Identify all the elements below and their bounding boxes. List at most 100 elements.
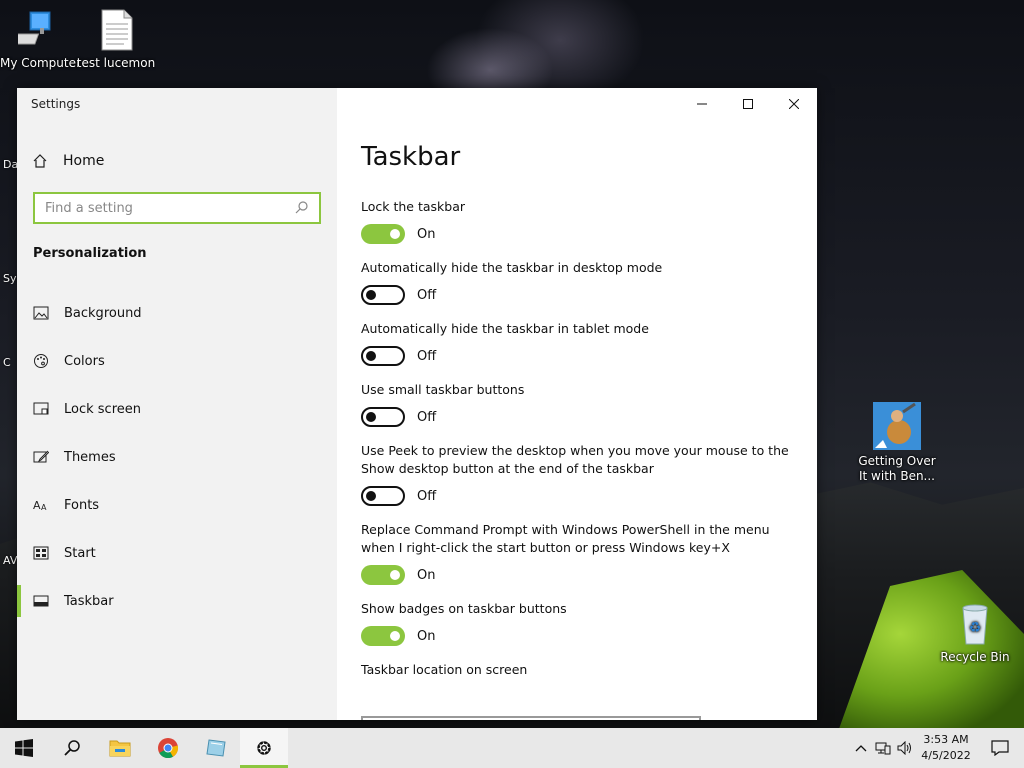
recycle-bin-icon: ♻: [953, 602, 997, 646]
search-input[interactable]: [45, 200, 295, 216]
volume-icon[interactable]: [894, 741, 916, 755]
settings-window: Settings Home Personalization Background: [17, 88, 817, 720]
nav-item-themes[interactable]: Themes: [17, 433, 337, 481]
palette-icon: [17, 353, 64, 369]
lock-screen-icon: [17, 402, 64, 416]
desktop-icon-label: My Computer: [0, 56, 80, 70]
taskbar-settings[interactable]: [240, 728, 288, 768]
nav-list: Background Colors Lock screen Themes A A…: [17, 289, 337, 625]
fonts-icon: AA: [17, 498, 64, 512]
chrome-icon: [158, 738, 179, 759]
toggle-switch[interactable]: [361, 486, 405, 506]
nav-item-taskbar[interactable]: Taskbar: [17, 577, 337, 625]
toggle-state: Off: [417, 409, 437, 425]
text-file-icon: [94, 8, 138, 52]
taskbar-icon: [17, 595, 64, 607]
nav-item-label: Lock screen: [64, 401, 141, 417]
desktop-icon-my-computer[interactable]: My Computer: [0, 8, 80, 71]
svg-text:♻: ♻: [969, 620, 982, 636]
windows-logo-icon: [15, 739, 33, 757]
setting-lock-taskbar: Lock the taskbar On: [361, 198, 791, 244]
toggle-state: On: [417, 628, 436, 644]
nav-home-label: Home: [63, 153, 105, 169]
clock-date: 4/5/2022: [921, 749, 971, 762]
toggle-switch[interactable]: [361, 626, 405, 646]
toggle-switch[interactable]: [361, 224, 405, 244]
setting-powershell: Replace Command Prompt with Windows Powe…: [361, 521, 791, 585]
chevron-up-icon[interactable]: [850, 744, 872, 752]
nav-item-label: Fonts: [64, 497, 100, 513]
nav-home[interactable]: Home: [17, 144, 337, 178]
taskbar: 3:53 AM 4/5/2022: [0, 728, 1024, 768]
app-icon: [206, 739, 226, 757]
taskbar-chrome[interactable]: [144, 728, 192, 768]
desktop-icon-getting-over-it[interactable]: Getting Over It with Ben...: [856, 402, 938, 484]
nav-item-label: Taskbar: [64, 593, 114, 609]
network-icon[interactable]: [872, 741, 894, 755]
nav-item-label: Themes: [64, 449, 116, 465]
maximize-button[interactable]: [725, 88, 771, 120]
toggle-state: On: [417, 567, 436, 583]
desktop-icon-label: Recycle Bin: [940, 650, 1010, 664]
start-icon: [17, 546, 64, 560]
setting-label: Show badges on taskbar buttons: [361, 601, 567, 616]
toggle-switch[interactable]: [361, 407, 405, 427]
desktop-icon-recycle-bin[interactable]: ♻ Recycle Bin: [935, 602, 1015, 665]
minimize-button[interactable]: [679, 88, 725, 120]
setting-badges: Show badges on taskbar buttons On: [361, 600, 791, 646]
search-button[interactable]: [48, 728, 96, 768]
taskbar-file-explorer[interactable]: [96, 728, 144, 768]
desktop-icon-label: test lucemon: [76, 56, 156, 70]
brush-icon: [17, 450, 64, 464]
setting-autohide-desktop: Automatically hide the taskbar in deskto…: [361, 259, 791, 305]
folder-icon: [109, 740, 131, 757]
toggle-switch[interactable]: [361, 346, 405, 366]
setting-location: Taskbar location on screen: [361, 661, 791, 679]
toggle-switch[interactable]: [361, 565, 405, 585]
home-icon: [17, 153, 63, 169]
setting-peek: Use Peek to preview the desktop when you…: [361, 442, 791, 506]
start-button[interactable]: [0, 728, 48, 768]
window-title: Settings: [31, 97, 81, 111]
image-icon: [17, 306, 64, 320]
nav-item-background[interactable]: Background: [17, 289, 337, 337]
search-box[interactable]: [33, 192, 321, 224]
setting-label: Use small taskbar buttons: [361, 382, 525, 397]
svg-text:A: A: [33, 499, 41, 512]
toggle-state: Off: [417, 488, 437, 504]
notification-icon: [991, 740, 1009, 756]
settings-nav-pane: Settings Home Personalization Background: [17, 88, 337, 720]
nav-item-lock-screen[interactable]: Lock screen: [17, 385, 337, 433]
clock-time: 3:53 AM: [923, 733, 969, 746]
nav-item-label: Start: [64, 545, 96, 561]
search-icon[interactable]: [295, 199, 309, 218]
taskbar-location-dropdown[interactable]: [361, 716, 701, 720]
setting-label: Taskbar location on screen: [361, 662, 528, 677]
nav-item-fonts[interactable]: AA Fonts: [17, 481, 337, 529]
taskbar-app[interactable]: [192, 728, 240, 768]
nav-item-start[interactable]: Start: [17, 529, 337, 577]
close-button[interactable]: [771, 88, 817, 120]
nav-item-label: Colors: [64, 353, 105, 369]
system-clock[interactable]: 3:53 AM 4/5/2022: [916, 732, 976, 764]
notification-button[interactable]: [976, 740, 1024, 756]
toggle-state: On: [417, 226, 436, 242]
game-icon: [873, 402, 921, 450]
close-icon: [789, 99, 799, 109]
gear-icon: [257, 741, 271, 755]
desktop-icon-test-lucemon[interactable]: test lucemon: [76, 8, 156, 71]
setting-autohide-tablet: Automatically hide the taskbar in tablet…: [361, 320, 791, 366]
toggle-state: Off: [417, 287, 437, 303]
setting-label: Replace Command Prompt with Windows Powe…: [361, 522, 770, 555]
window-caption-buttons: [679, 88, 817, 120]
page-title: Taskbar: [361, 142, 461, 172]
setting-label: Use Peek to preview the desktop when you…: [361, 443, 789, 476]
minimize-icon: [697, 103, 707, 105]
setting-small-buttons: Use small taskbar buttons Off: [361, 381, 791, 427]
computer-icon: [8, 8, 62, 52]
toggle-switch[interactable]: [361, 285, 405, 305]
nav-item-colors[interactable]: Colors: [17, 337, 337, 385]
setting-label: Automatically hide the taskbar in deskto…: [361, 260, 663, 275]
settings-content-pane: Taskbar Lock the taskbar On Automaticall…: [337, 88, 817, 720]
nav-item-label: Background: [64, 305, 142, 321]
